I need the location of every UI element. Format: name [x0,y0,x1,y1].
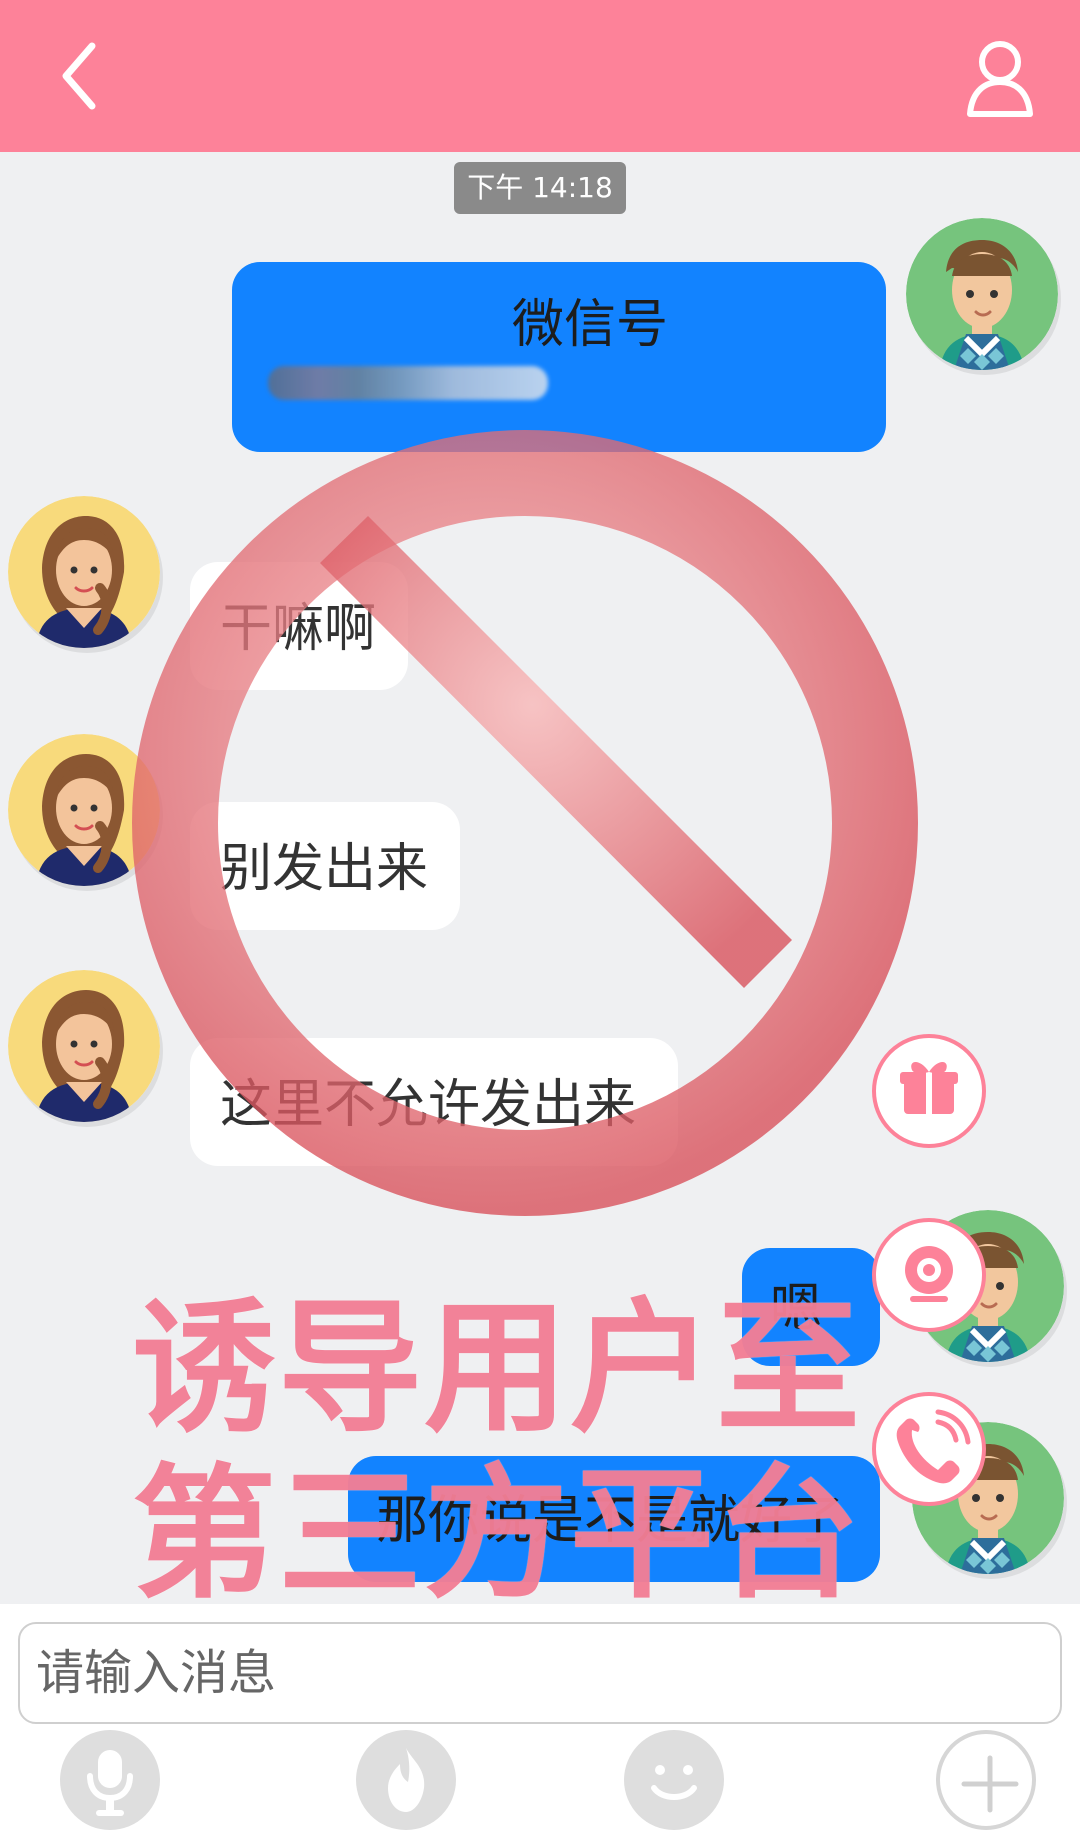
phone-icon [896,1409,971,1484]
contact-avatar [8,734,160,886]
male-avatar-icon [906,218,1058,370]
plus-button[interactable] [936,1730,1036,1830]
female-avatar-icon [8,970,160,1122]
message-bubble-incoming: 干嘛啊 [190,562,408,690]
female-avatar-icon [8,496,160,648]
microphone-button[interactable] [60,1730,160,1830]
plus-icon [961,1755,1019,1813]
message-bubble-outgoing: 那你说是不是就好了 [348,1456,880,1582]
message-text: 嗯 [770,1279,823,1339]
microphone-icon [87,1750,133,1816]
top-bar [0,0,1080,152]
video-call-button[interactable] [872,1218,986,1332]
emoji-icon [651,1765,697,1800]
sender-avatar [906,218,1058,370]
message-text: 这里不允许发出来 [220,1075,637,1135]
user-profile-icon [967,41,1033,117]
back-arrow-icon [62,42,96,110]
message-bubble-incoming: 别发出来 [190,802,460,930]
message-text: 那你说是不是就好了 [376,1491,845,1551]
back-button[interactable] [48,36,128,116]
gift-icon [900,1062,958,1114]
voice-call-button[interactable] [872,1392,986,1506]
contact-avatar [8,496,160,648]
female-avatar-icon [8,734,160,886]
gift-button[interactable] [872,1034,986,1148]
message-text: 微信号 [512,295,669,355]
message-text: 别发出来 [220,839,429,899]
message-input[interactable] [18,1622,1062,1724]
profile-button[interactable] [958,34,1042,122]
message-bubble-outgoing: 微信号 [232,262,886,452]
timestamp: 下午 14:18 [454,162,626,214]
camera-icon [905,1246,953,1302]
fire-icon [388,1748,425,1812]
fire-button[interactable] [356,1730,456,1830]
composer [0,1604,1080,1848]
contact-avatar [8,970,160,1122]
message-text: 干嘛啊 [220,599,377,659]
blurred-contact-id [268,366,548,400]
emoji-button[interactable] [624,1730,724,1830]
message-bubble-outgoing: 嗯 [742,1248,880,1366]
message-bubble-incoming: 这里不允许发出来 [190,1038,678,1166]
